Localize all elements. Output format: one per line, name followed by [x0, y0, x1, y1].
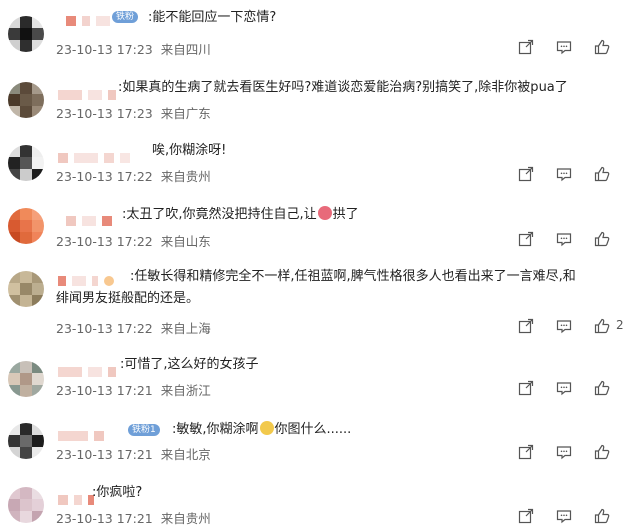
comment-actions	[516, 231, 626, 247]
comment-icon[interactable]	[556, 318, 572, 334]
comment-location: 来自山东	[160, 234, 211, 249]
like-icon[interactable]	[594, 444, 610, 460]
comment-icon[interactable]	[556, 166, 572, 182]
comment-icon[interactable]	[556, 39, 572, 55]
username-blurred[interactable]	[58, 270, 120, 286]
comment-text: 绯闻男友挺般配的还是。	[56, 291, 200, 306]
fan-badge: 铁粉1	[128, 424, 160, 436]
username-blurred[interactable]	[58, 425, 110, 441]
comment-location: 来自广东	[160, 106, 211, 121]
comment-date: 23-10-13 17:21	[56, 383, 153, 398]
share-icon[interactable]	[518, 444, 534, 460]
comment-location: 来自贵州	[160, 169, 211, 184]
comment-actions: 2	[516, 318, 626, 334]
share-icon[interactable]	[518, 166, 534, 182]
like-icon[interactable]	[594, 380, 610, 396]
comment-actions	[516, 39, 626, 55]
comment-meta: 23-10-13 17:22 来自山东	[56, 231, 211, 250]
comment-text: :能不能回应一下恋情?	[148, 10, 277, 25]
avatar[interactable]	[8, 145, 44, 181]
comment-actions	[516, 166, 626, 182]
comment-text: :太丑了吹,你竟然没把持住自己,让 拱了	[122, 206, 359, 223]
comment-actions	[516, 444, 626, 460]
fan-badge: 铁粉	[112, 11, 139, 23]
comment-actions	[516, 508, 626, 524]
comment-location: 来自北京	[160, 447, 211, 462]
comment-text-part: 拱了	[332, 207, 359, 222]
avatar[interactable]	[8, 16, 44, 52]
like-count: 2	[616, 318, 624, 332]
username-blurred[interactable]	[66, 10, 116, 26]
comment-text: :任敏长得和精修完全不一样,任祖蓝啊,脾气性格很多人也看出来了一言难尽,和	[130, 269, 576, 284]
comment-text: :敏敏,你糊涂啊 你图什么......	[172, 421, 351, 438]
comment-text-part: 你图什么......	[274, 422, 352, 437]
like-icon[interactable]	[594, 166, 610, 182]
comment-item: :如果真的生病了就去看医生好吗?难道谈恋爱能治病?别搞笑了,除非你被pua了 2…	[0, 80, 640, 130]
comment-date: 23-10-13 17:23	[56, 42, 153, 57]
comment-icon[interactable]	[556, 380, 572, 396]
comment-item: :你疯啦? 23-10-13 17:21 来自贵州	[0, 485, 640, 527]
comment-icon[interactable]	[556, 444, 572, 460]
comment-location: 来自上海	[160, 321, 211, 336]
comment-item: :可惜了,这么好的女孩子 23-10-13 17:21 来自浙江	[0, 357, 640, 407]
username-blurred[interactable]	[58, 84, 122, 100]
comment-meta: 23-10-13 17:22 来自上海	[56, 318, 211, 337]
username-blurred[interactable]	[58, 147, 136, 163]
comment-meta: 23-10-13 17:23 来自四川	[56, 39, 211, 58]
share-icon[interactable]	[518, 318, 534, 334]
comment-date: 23-10-13 17:22	[56, 234, 153, 249]
comment-icon[interactable]	[556, 231, 572, 247]
comment-date: 23-10-13 17:21	[56, 447, 153, 462]
share-icon[interactable]	[518, 508, 534, 524]
comment-meta: 23-10-13 17:21 来自浙江	[56, 380, 211, 399]
avatar[interactable]	[8, 82, 44, 118]
comment-item: :太丑了吹,你竟然没把持住自己,让 拱了 23-10-13 17:22 来自山东	[0, 206, 640, 256]
comment-location: 来自贵州	[160, 511, 211, 526]
comment-date: 23-10-13 17:23	[56, 106, 153, 121]
avatar[interactable]	[8, 271, 44, 307]
comment-item: :任敏长得和精修完全不一样,任祖蓝啊,脾气性格很多人也看出来了一言难尽,和 绯闻…	[0, 269, 640, 339]
comment-meta: 23-10-13 17:21 来自北京	[56, 444, 211, 463]
comment-text-part: :太丑了吹,你竟然没把持住自己,让	[122, 207, 317, 222]
like-icon[interactable]	[594, 231, 610, 247]
avatar[interactable]	[8, 361, 44, 397]
comment-meta: 23-10-13 17:23 来自广东	[56, 103, 211, 122]
comment-text: :如果真的生病了就去看医生好吗?难道谈恋爱能治病?别搞笑了,除非你被pua了	[118, 80, 568, 95]
comment-location: 来自四川	[160, 42, 211, 57]
crying-emoji-icon	[259, 421, 274, 435]
share-icon[interactable]	[518, 231, 534, 247]
comment-meta: 23-10-13 17:22 来自贵州	[56, 166, 211, 185]
comment-actions	[516, 380, 626, 396]
comment-date: 23-10-13 17:21	[56, 511, 153, 526]
like-icon[interactable]	[594, 318, 610, 334]
comment-text-part: :敏敏,你糊涂啊	[172, 422, 259, 437]
comment-item: 铁粉1 :敏敏,你糊涂啊 你图什么...... 23-10-13 17:21 来自北…	[0, 421, 640, 471]
pig-emoji-icon	[317, 206, 332, 220]
share-icon[interactable]	[518, 39, 534, 55]
comment-text: 唉,你糊涂呀!	[152, 143, 227, 158]
username-blurred[interactable]	[58, 361, 122, 377]
comment-item: 唉,你糊涂呀! 23-10-13 17:22 来自贵州	[0, 143, 640, 193]
comment-text: :可惜了,这么好的女孩子	[120, 357, 259, 372]
username-blurred[interactable]	[66, 210, 118, 226]
comment-text: :你疯啦?	[92, 485, 143, 500]
like-icon[interactable]	[594, 39, 610, 55]
comment-icon[interactable]	[556, 508, 572, 524]
comment-date: 23-10-13 17:22	[56, 321, 153, 336]
comment-date: 23-10-13 17:22	[56, 169, 153, 184]
comment-item: 铁粉 :能不能回应一下恋情? 23-10-13 17:23 来自四川	[0, 10, 640, 60]
comment-meta: 23-10-13 17:21 来自贵州	[56, 508, 211, 527]
comment-location: 来自浙江	[160, 383, 211, 398]
like-icon[interactable]	[594, 508, 610, 524]
share-icon[interactable]	[518, 380, 534, 396]
avatar[interactable]	[8, 423, 44, 459]
avatar[interactable]	[8, 487, 44, 523]
avatar[interactable]	[8, 208, 44, 244]
